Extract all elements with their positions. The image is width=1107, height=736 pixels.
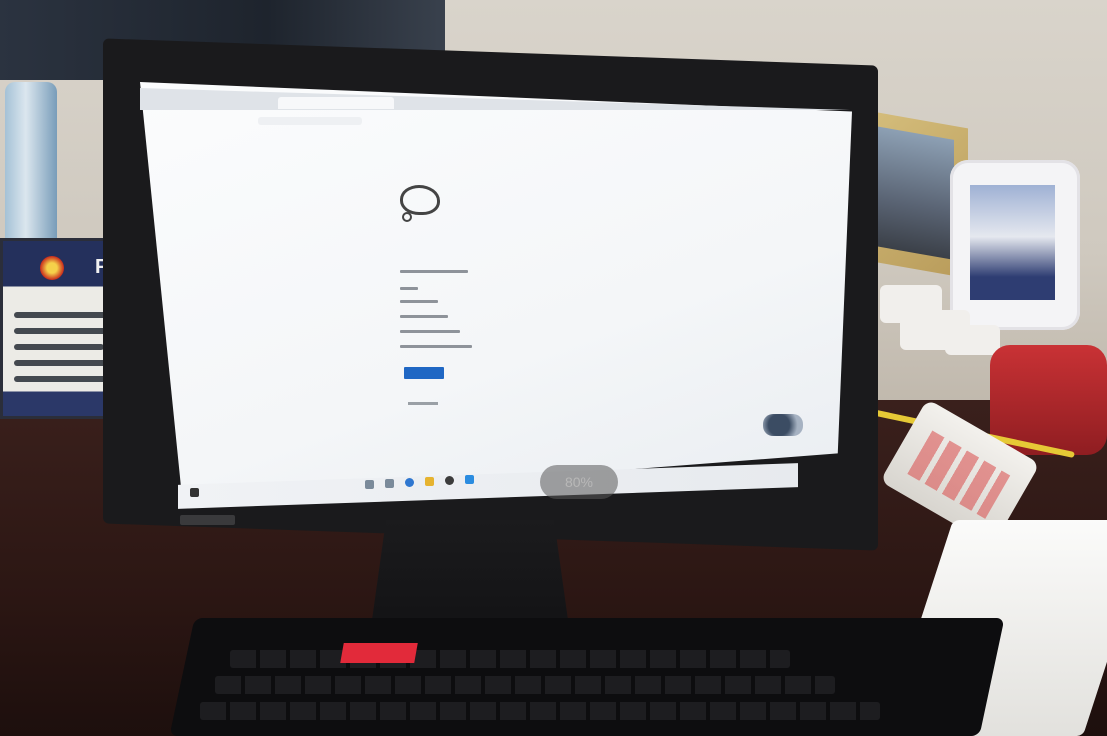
error-code-line [400,345,472,348]
sign-text-line [14,312,114,318]
water-bottle [5,82,57,242]
monitor-screen [140,82,852,504]
error-suggestion-line [400,330,460,333]
taskbar-app-icon [465,475,474,484]
keyboard-red-tag [340,643,418,663]
picture-frame [950,160,1080,330]
taskbar-app-icon [385,479,394,488]
power-strip [945,325,1000,355]
start-icon [190,488,199,497]
thought-bubble-dot-icon [402,212,412,222]
keyboard-key-row [200,702,880,720]
screen-mascot-icon [763,414,803,436]
reload-button [404,367,444,379]
zoom-indicator: 80% [540,465,618,499]
taskbar-app-icon [365,480,374,489]
thought-cloud-icon [400,185,440,215]
browser-tab [278,97,394,109]
error-description-line [400,270,468,273]
error-subheading-line [400,287,418,290]
monitor-brand-label [180,515,235,525]
address-bar [258,117,362,125]
police-badge-icon [40,256,64,280]
error-suggestion-line [400,300,438,303]
sign-text-line [14,344,104,350]
error-suggestion-line [400,315,448,318]
details-link [408,402,438,405]
taskbar-app-icon [445,476,454,485]
framed-photo [970,185,1055,300]
keyboard-key-row [215,676,835,694]
keyboard-key-row [230,650,790,668]
photo-scene: PC 80% [0,0,1107,736]
edge-icon [405,478,414,487]
folder-icon [425,477,434,486]
